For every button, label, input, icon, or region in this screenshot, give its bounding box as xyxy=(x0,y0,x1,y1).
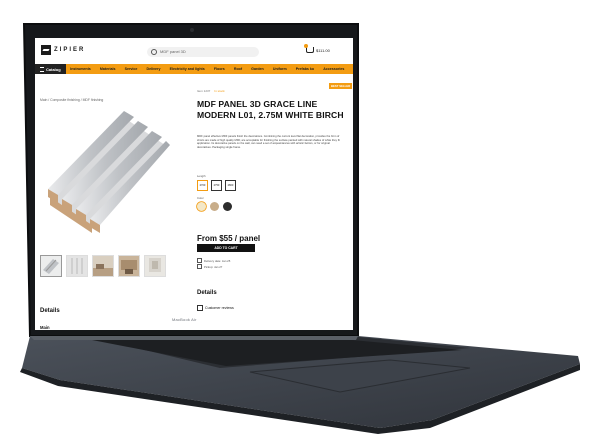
pickup-info: Pickup: Jan 27 xyxy=(197,264,222,269)
details-heading-left: Details xyxy=(40,308,60,314)
screen: ZIPIER MDF panel 3D $111.00 Catalog Inst… xyxy=(35,38,353,330)
main-label: Main xyxy=(40,325,50,330)
breadcrumb[interactable]: Main / Composite finishing / MDF finishi… xyxy=(40,98,103,102)
cart-icon xyxy=(304,44,314,53)
thumbnail[interactable] xyxy=(118,255,140,277)
catalog-button[interactable]: Catalog xyxy=(35,64,66,74)
color-options xyxy=(197,202,232,211)
camera xyxy=(190,28,194,32)
nav-item[interactable]: Instruments xyxy=(70,67,91,71)
search-text: MDF panel 3D xyxy=(160,48,186,54)
thumbnail[interactable] xyxy=(92,255,114,277)
delivery-info: Delivery date: Jan 25 xyxy=(197,258,230,263)
customer-reviews-link[interactable]: Customer reviews xyxy=(197,305,234,311)
nav-item[interactable]: Floors xyxy=(214,67,225,71)
cart-button[interactable]: $111.00 xyxy=(304,44,330,53)
menu-icon xyxy=(40,66,44,72)
thumbnail[interactable] xyxy=(40,255,62,277)
model-label: MacBook Air xyxy=(172,317,197,322)
gallery-thumbnails xyxy=(40,255,166,277)
product-meta: Item 1237 In stock xyxy=(197,89,225,93)
nav-item[interactable]: Electricity and lights xyxy=(170,67,205,71)
nav-item[interactable]: Accessories xyxy=(323,67,344,71)
main-nav: Catalog Instruments Materials Service Deliv… xyxy=(35,64,353,74)
nav-item[interactable]: Roof xyxy=(234,67,242,71)
calendar-icon xyxy=(197,258,202,263)
thumbnail[interactable] xyxy=(66,255,88,277)
customer-reviews-label: Customer reviews xyxy=(205,306,234,310)
details-heading-right: Details xyxy=(197,290,217,296)
length-options: 2700 2750 2800 xyxy=(197,180,236,191)
length-option[interactable]: 2800 xyxy=(225,180,236,191)
nav-item[interactable]: Uniform xyxy=(273,67,287,71)
logo-text: ZIPIER xyxy=(54,47,86,53)
thumb-detail-image xyxy=(149,258,161,272)
thumbnail[interactable] xyxy=(144,255,166,277)
search-icon xyxy=(151,49,157,55)
product-main-image[interactable] xyxy=(40,105,170,249)
nav-item[interactable]: Garden xyxy=(251,67,264,71)
nav-item[interactable]: Materials xyxy=(100,67,116,71)
sale-badge: BEST SELLER xyxy=(329,83,353,89)
laptop: ZIPIER MDF panel 3D $111.00 Catalog Inst… xyxy=(0,0,598,444)
product-title: MDF PANEL 3D GRACE LINE MODERN L01, 2.75… xyxy=(197,99,344,120)
nav-item[interactable]: Service xyxy=(125,67,138,71)
product-description: MDF panel effective MDF panels finish th… xyxy=(197,135,340,150)
cart-badge xyxy=(304,44,308,48)
logo-mark-icon xyxy=(41,45,51,55)
cart-amount: $111.00 xyxy=(316,47,330,53)
color-swatch[interactable] xyxy=(197,202,206,211)
length-option[interactable]: 2700 xyxy=(197,180,208,191)
length-label: Length xyxy=(197,174,206,178)
add-to-cart-button[interactable]: ADD TO CART xyxy=(197,244,255,252)
product-sku: Item 1237 xyxy=(197,89,211,93)
store-icon xyxy=(197,264,202,269)
thumb-interior-image xyxy=(121,260,137,274)
color-swatch[interactable] xyxy=(223,202,232,211)
catalog-label: Catalog xyxy=(46,66,61,72)
delivery-date: Delivery date: Jan 25 xyxy=(204,258,231,263)
stock-status: In stock xyxy=(214,89,225,93)
site-header: ZIPIER MDF panel 3D $111.00 xyxy=(35,38,353,65)
color-label: Color xyxy=(197,196,204,200)
nav-item[interactable]: Prefabs ko xyxy=(296,67,314,71)
panel-illustration xyxy=(48,111,170,233)
thumb-room-image xyxy=(93,264,113,276)
nav-item[interactable]: Delivery xyxy=(146,67,160,71)
search-input[interactable]: MDF panel 3D xyxy=(147,47,259,57)
pickup-date: Pickup: Jan 27 xyxy=(204,264,223,269)
thumb-panel-image xyxy=(43,259,59,274)
color-swatch[interactable] xyxy=(210,202,219,211)
product-price: From $55 / panel xyxy=(197,234,261,243)
nav-items: Instruments Materials Service Delivery Elect… xyxy=(66,67,353,71)
length-option[interactable]: 2750 xyxy=(211,180,222,191)
logo[interactable]: ZIPIER xyxy=(41,45,85,55)
thumb-wall-image xyxy=(71,258,83,274)
reviews-icon xyxy=(197,305,203,311)
